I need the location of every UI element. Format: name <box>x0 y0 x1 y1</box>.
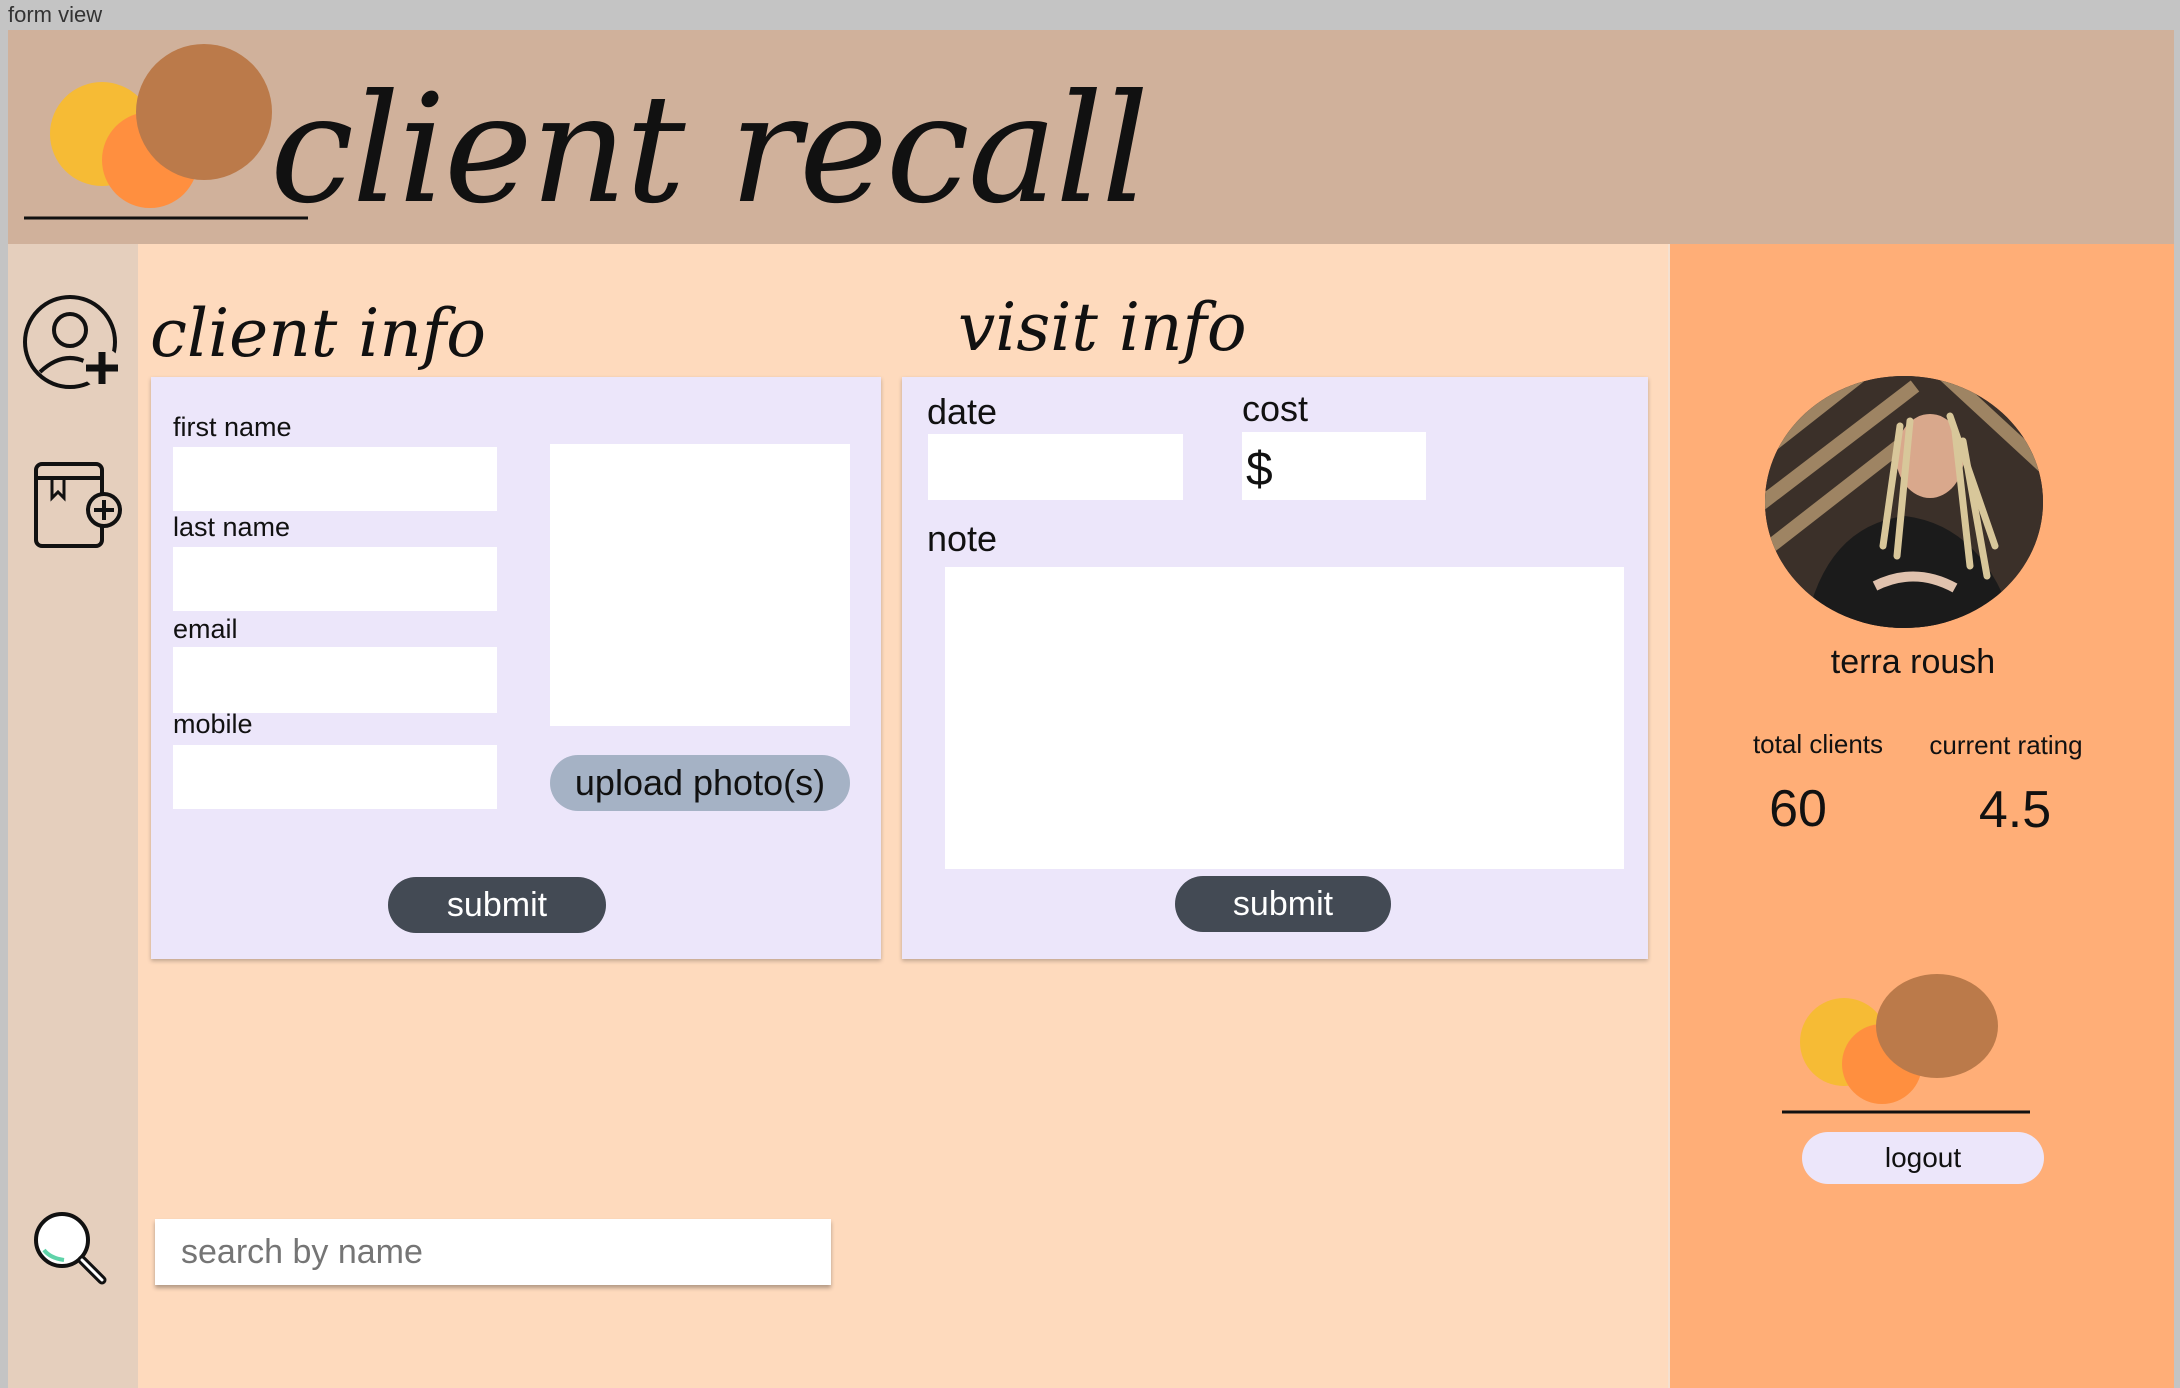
avatar <box>1765 376 2043 628</box>
mobile-label: mobile <box>173 709 253 739</box>
add-book-icon[interactable] <box>30 454 126 550</box>
client-info-title: client info <box>150 295 487 372</box>
client-submit-button[interactable]: submit <box>388 877 606 933</box>
email-label: email <box>173 614 238 644</box>
visit-submit-button[interactable]: submit <box>1175 876 1391 932</box>
total-clients-value: 60 <box>1769 780 1827 838</box>
note-label: note <box>927 518 998 559</box>
note-textarea[interactable] <box>945 567 1624 869</box>
visit-info-title: visit info <box>958 289 1247 366</box>
search-input[interactable] <box>155 1219 831 1285</box>
last-name-input[interactable] <box>173 547 497 611</box>
date-label: date <box>927 391 998 432</box>
mobile-input[interactable] <box>173 745 497 809</box>
profile-photo <box>1765 376 2043 628</box>
last-name-label: last name <box>173 512 291 542</box>
add-user-icon[interactable] <box>22 292 128 396</box>
window-title: form view <box>8 2 103 27</box>
current-rating-value: 4.5 <box>1978 781 2052 839</box>
dollar-sign: $ <box>1246 443 1273 496</box>
logout-button[interactable]: logout <box>1802 1132 2044 1184</box>
search-icon[interactable] <box>30 1208 114 1292</box>
cost-input[interactable]: $ <box>1242 432 1426 500</box>
current-rating-label: current rating <box>1929 730 2083 760</box>
date-input[interactable] <box>928 434 1183 500</box>
footer-logo-icon <box>1782 974 2030 1114</box>
profile-name: terra roush <box>1830 643 1996 681</box>
upload-photos-button[interactable]: upload photo(s) <box>550 755 850 811</box>
cost-label: cost <box>1242 388 1309 429</box>
photo-preview <box>550 444 850 726</box>
app-title: client recall <box>270 63 1149 237</box>
first-name-input[interactable] <box>173 447 497 511</box>
email-input[interactable] <box>173 647 497 713</box>
total-clients-label: total clients <box>1752 729 1884 759</box>
first-name-label: first name <box>173 412 292 442</box>
